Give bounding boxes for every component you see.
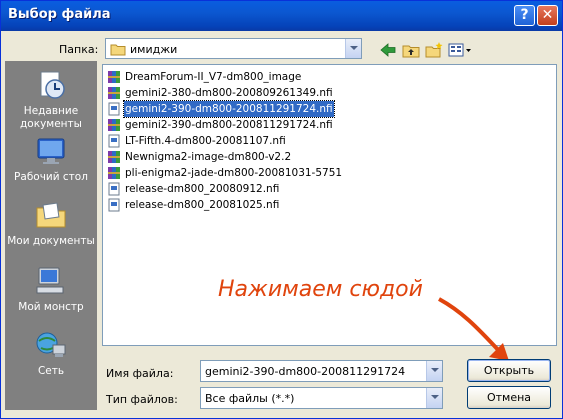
file-name: LT-Fifth.4-dm800-20081107.nfi [125, 135, 286, 147]
recent-documents-icon [40, 71, 65, 99]
cancel-button[interactable]: Отмена [467, 386, 551, 409]
place-my-documents[interactable]: Мои документы [5, 199, 97, 248]
archive-file-icon [108, 87, 120, 99]
place-my-computer[interactable]: Мой монстр [5, 265, 97, 314]
file-name: release-dm800_20081025.nfi [125, 199, 280, 211]
place-network[interactable]: Сеть [5, 329, 97, 378]
up-folder-icon[interactable] [402, 41, 420, 59]
open-button[interactable]: Открыть [467, 359, 551, 382]
filetype-value: Все файлы (*.*) [205, 392, 295, 405]
file-name: DreamForum-II_V7-dm800_image [125, 71, 302, 83]
place-my-computer-label: Мой монстр [18, 301, 84, 313]
file-name: gemini2-380-dm800-200809261349.nfi [125, 87, 333, 99]
look-in-select[interactable]: имиджи [105, 38, 362, 59]
help-button[interactable]: ? [514, 5, 535, 26]
folder-icon [110, 44, 126, 56]
close-button[interactable]: ✕ [537, 5, 558, 26]
network-icon [36, 332, 66, 357]
place-my-documents-label: Мои документы [7, 235, 95, 247]
nfi-file-icon [108, 198, 120, 212]
back-arrow-icon[interactable] [379, 41, 397, 59]
desktop-icon [37, 138, 65, 164]
archive-file-icon [108, 151, 120, 163]
chevron-down-icon[interactable] [426, 388, 442, 408]
file-name: gemini2-390-dm800-200811291724.nfi [123, 100, 335, 118]
my-documents-icon [36, 202, 66, 228]
title-bar[interactable]: Выбор файла ? ✕ [1, 1, 562, 31]
new-folder-icon[interactable] [425, 41, 443, 59]
place-recent-label: Недавние документы [20, 105, 82, 130]
filetype-select[interactable]: Все файлы (*.*) [200, 387, 443, 409]
archive-file-icon [108, 167, 120, 179]
nfi-file-icon [108, 102, 120, 116]
file-name: gemini2-390-dm800-200811291724.nfi [125, 119, 333, 131]
look-in-value: имиджи [130, 43, 178, 56]
my-computer-icon [36, 267, 64, 294]
file-open-dialog: Выбор файла ? ✕ Папка: имиджи Недавние д… [0, 0, 563, 419]
place-desktop[interactable]: Рабочий стол [5, 135, 97, 184]
place-network-label: Сеть [37, 365, 65, 377]
annotation-text: Нажимаем сюдой [218, 277, 423, 302]
file-name: release-dm800_20080912.nfi [125, 183, 280, 195]
filename-input[interactable]: gemini2-390-dm800-200811291724 [200, 360, 443, 382]
place-recent[interactable]: Недавние документы [5, 69, 97, 131]
view-menu-icon[interactable] [448, 41, 472, 59]
window-title: Выбор файла [8, 7, 111, 22]
archive-file-icon [108, 119, 120, 131]
chevron-down-icon[interactable] [426, 361, 442, 381]
nfi-file-icon [108, 182, 120, 196]
chevron-down-icon[interactable] [345, 39, 361, 58]
file-name: Newnigma2-image-dm800-v2.2 [125, 151, 292, 163]
places-bar: Недавние документы Рабочий стол Мои доку… [5, 61, 97, 410]
nfi-file-icon [108, 134, 120, 148]
look-in-label: Папка: [59, 43, 99, 56]
place-desktop-label: Рабочий стол [14, 171, 88, 183]
archive-file-icon [108, 71, 120, 83]
filename-label: Имя файла: [106, 367, 174, 380]
filetype-label: Тип файлов: [106, 393, 178, 406]
file-name: pli-enigma2-jade-dm800-20081031-5751 [125, 167, 343, 179]
filename-value: gemini2-390-dm800-200811291724 [205, 365, 406, 378]
